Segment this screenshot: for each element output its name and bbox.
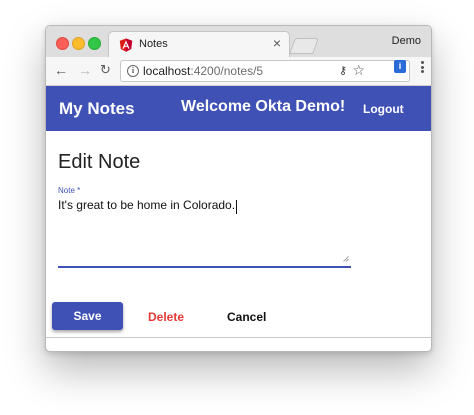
back-arrow-icon[interactable]: ←: [54, 62, 68, 78]
new-tab-button[interactable]: [289, 38, 319, 54]
note-label-text: Note: [58, 186, 75, 195]
close-window-button[interactable]: [56, 37, 69, 50]
required-marker: *: [77, 186, 81, 195]
reload-icon[interactable]: ↻: [100, 62, 111, 78]
profile-name[interactable]: Demo: [392, 35, 421, 47]
resize-grip-icon[interactable]: [343, 256, 349, 262]
kebab-menu-icon[interactable]: [417, 60, 427, 74]
note-textarea[interactable]: [58, 197, 351, 268]
tab-title: Notes: [139, 38, 168, 50]
app-toolbar: My Notes Welcome Okta Demo! Logout: [46, 86, 431, 131]
minimize-window-button[interactable]: [72, 37, 85, 50]
tab-close-icon[interactable]: ×: [273, 35, 281, 51]
browser-window: Notes × Demo ← → ↻ i localhost:4200/note…: [45, 25, 432, 352]
welcome-message: Welcome Okta Demo!: [181, 98, 346, 115]
delete-button[interactable]: Delete: [148, 310, 184, 324]
star-icon[interactable]: ☆: [352, 62, 365, 79]
tab-strip: Notes × Demo: [46, 26, 431, 58]
logout-button[interactable]: Logout: [363, 102, 404, 116]
browser-toolbar: ← → ↻ i localhost:4200/notes/5 ⚷ ☆ i: [46, 57, 431, 86]
zoom-window-button[interactable]: [88, 37, 101, 50]
address-bar[interactable]: i localhost:4200/notes/5 ⚷ ☆: [120, 60, 410, 82]
save-button[interactable]: Save: [52, 302, 123, 330]
page-title: Edit Note: [58, 151, 141, 173]
note-field-label: Note *: [58, 186, 80, 195]
url-path: :4200/notes/5: [190, 64, 264, 78]
app-title[interactable]: My Notes: [59, 99, 135, 119]
info-icon[interactable]: i: [127, 65, 139, 77]
divider: [46, 337, 431, 338]
browser-tab[interactable]: Notes ×: [108, 31, 290, 58]
url-host: localhost: [143, 64, 191, 78]
url-text[interactable]: localhost:4200/notes/5: [143, 64, 263, 78]
text-cursor: [236, 200, 237, 214]
angular-icon: [119, 38, 133, 52]
forward-arrow-icon[interactable]: →: [78, 62, 92, 78]
extension-icon[interactable]: i: [394, 60, 406, 73]
key-icon[interactable]: ⚷: [339, 64, 347, 77]
cancel-button[interactable]: Cancel: [227, 310, 266, 324]
